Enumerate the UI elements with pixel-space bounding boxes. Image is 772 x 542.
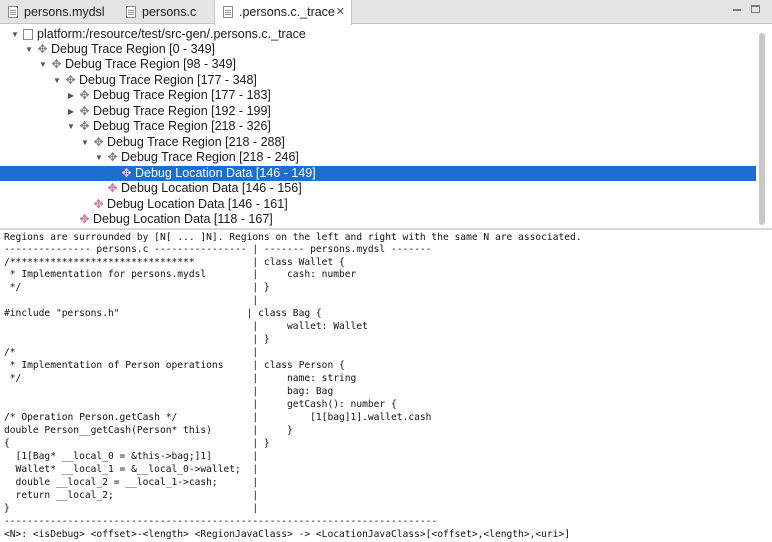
tab-persons-c-trace[interactable]: .persons.c._trace ✕ xyxy=(214,0,352,25)
trace-text-pane[interactable]: Regions are surrounded by [N[ ... ]N]. R… xyxy=(0,231,772,542)
expand-arrow-icon[interactable]: ▼ xyxy=(66,119,76,134)
location-data-icon: ✥ xyxy=(121,166,132,180)
editor-tab-bar: persons.mydsl persons.c .persons.c._trac… xyxy=(0,0,772,25)
trace-file-icon xyxy=(23,29,33,40)
text-line: | bag: Bag xyxy=(4,386,334,397)
text-line: ----------------------------------------… xyxy=(4,516,438,527)
tree-item-region[interactable]: ▶ ✥ Debug Trace Region [192 - 199] xyxy=(0,104,756,119)
collapse-arrow-icon[interactable]: ▶ xyxy=(66,104,76,119)
text-line: double __local_2 = __local_1->cash; | xyxy=(4,477,259,488)
trace-file-icon xyxy=(223,6,233,18)
text-line: /* | xyxy=(4,347,259,358)
text-line: */ | name: string xyxy=(4,373,357,384)
expand-arrow-icon[interactable]: ▼ xyxy=(38,57,48,72)
tree-item-location[interactable]: ✥ Debug Location Data [146 - 156] xyxy=(0,181,756,196)
tree-item-label: Debug Trace Region [218 - 288] xyxy=(107,135,285,149)
tree-item-label: Debug Trace Region [98 - 349] xyxy=(65,57,236,71)
text-line: } | xyxy=(4,503,259,514)
tab-label: .persons.c._trace xyxy=(239,5,335,19)
location-data-icon: ✥ xyxy=(93,197,104,211)
tree-item-location[interactable]: ✥ Debug Location Data [146 - 161] xyxy=(0,197,756,212)
text-line: */ | } xyxy=(4,282,270,293)
trace-tree[interactable]: ▼ platform:/resource/test/src-gen/.perso… xyxy=(0,25,772,227)
tree-item-region[interactable]: ▼ ✥ Debug Trace Region [177 - 348] xyxy=(0,73,756,88)
tab-label: persons.mydsl xyxy=(24,5,105,19)
text-line: #include "persons.h" | class Bag { xyxy=(4,308,322,319)
text-line: /* Operation Person.getCash */ | [1[bag]… xyxy=(4,412,432,423)
expand-arrow-icon[interactable]: ▼ xyxy=(24,42,34,57)
maximize-icon[interactable] xyxy=(751,5,760,13)
pane-divider[interactable] xyxy=(0,228,772,230)
expand-arrow-icon[interactable]: ▼ xyxy=(94,150,104,165)
close-tab-icon[interactable]: ✕ xyxy=(336,0,345,24)
tree-item-region[interactable]: ▼ ✥ Debug Trace Region [98 - 349] xyxy=(0,57,756,72)
text-line: --------------- persons.c --------------… xyxy=(4,244,432,255)
tree-item-label: Debug Trace Region [192 - 199] xyxy=(93,104,271,118)
trace-region-icon: ✥ xyxy=(65,73,76,87)
text-line: double Person__getCash(Person* this) | } xyxy=(4,425,293,436)
file-icon xyxy=(126,6,136,18)
text-line: <N>: <isDebug> <offset>-<length> <Region… xyxy=(4,529,571,540)
tree-item-label: Debug Location Data [146 - 161] xyxy=(107,197,288,211)
trace-region-icon: ✥ xyxy=(51,57,62,71)
tree-item-label: Debug Trace Region [177 - 348] xyxy=(79,73,257,87)
tree-item-label: Debug Trace Region [218 - 326] xyxy=(93,119,271,133)
expand-arrow-icon[interactable]: ▼ xyxy=(80,135,90,150)
location-data-icon: ✥ xyxy=(107,181,118,195)
tree-item-location[interactable]: ✥ Debug Location Data [118 - 167] xyxy=(0,212,756,227)
text-line: Wallet* __local_1 = &__local_0->wallet; … xyxy=(4,464,259,475)
text-line: | } xyxy=(4,334,270,345)
tree-item-label: Debug Location Data [146 - 156] xyxy=(121,181,302,195)
minimize-icon[interactable] xyxy=(733,4,741,11)
text-line: [1[Bag* __local_0 = &this->bag;]1] | xyxy=(4,451,259,462)
tree-item-region[interactable]: ▼ ✥ Debug Trace Region [0 - 349] xyxy=(0,42,756,57)
text-line: * Implementation for persons.mydsl | cas… xyxy=(4,269,357,280)
tree-item-label: platform:/resource/test/src-gen/.persons… xyxy=(37,27,306,41)
tree-item-label: Debug Trace Region [0 - 349] xyxy=(51,42,215,56)
tab-label: persons.c xyxy=(142,5,197,19)
tree-item-label: Debug Location Data [118 - 167] xyxy=(93,212,273,226)
trace-region-icon: ✥ xyxy=(79,119,90,133)
text-line: | xyxy=(4,295,259,306)
trace-region-icon: ✥ xyxy=(37,42,48,56)
trace-region-icon: ✥ xyxy=(79,104,90,118)
tree-root-item[interactable]: ▼ platform:/resource/test/src-gen/.perso… xyxy=(0,27,756,42)
tree-item-location-selected[interactable]: ✥ Debug Location Data [146 - 149] xyxy=(0,166,756,181)
tree-item-label: Debug Trace Region [177 - 183] xyxy=(93,88,271,102)
tree-item-region[interactable]: ▼ ✥ Debug Trace Region [218 - 288] xyxy=(0,135,756,150)
trace-region-icon: ✥ xyxy=(79,88,90,102)
text-line: | getCash(): number { xyxy=(4,399,397,410)
tree-item-region[interactable]: ▶ ✥ Debug Trace Region [177 - 183] xyxy=(0,88,756,103)
tree-item-label: Debug Location Data [146 - 149] xyxy=(135,166,316,180)
location-data-icon: ✥ xyxy=(79,212,90,226)
tree-item-region[interactable]: ▼ ✥ Debug Trace Region [218 - 246] xyxy=(0,150,756,165)
collapse-arrow-icon[interactable]: ▶ xyxy=(66,88,76,103)
tab-persons-c[interactable]: persons.c xyxy=(118,0,214,24)
tree-item-region[interactable]: ▼ ✥ Debug Trace Region [218 - 326] xyxy=(0,119,756,134)
file-icon xyxy=(8,6,18,18)
text-line: * Implementation of Person operations | … xyxy=(4,360,345,371)
expand-arrow-icon[interactable]: ▼ xyxy=(10,27,20,42)
text-line: { | } xyxy=(4,438,270,449)
trace-region-icon: ✥ xyxy=(107,150,118,164)
text-line: | wallet: Wallet xyxy=(4,321,368,332)
expand-arrow-icon[interactable]: ▼ xyxy=(52,73,62,88)
tree-scrollbar[interactable] xyxy=(759,33,765,225)
trace-region-icon: ✥ xyxy=(93,135,104,149)
tab-persons-mydsl[interactable]: persons.mydsl xyxy=(0,0,112,24)
tree-item-label: Debug Trace Region [218 - 246] xyxy=(121,150,299,164)
text-line: return __local_2; | xyxy=(4,490,259,501)
